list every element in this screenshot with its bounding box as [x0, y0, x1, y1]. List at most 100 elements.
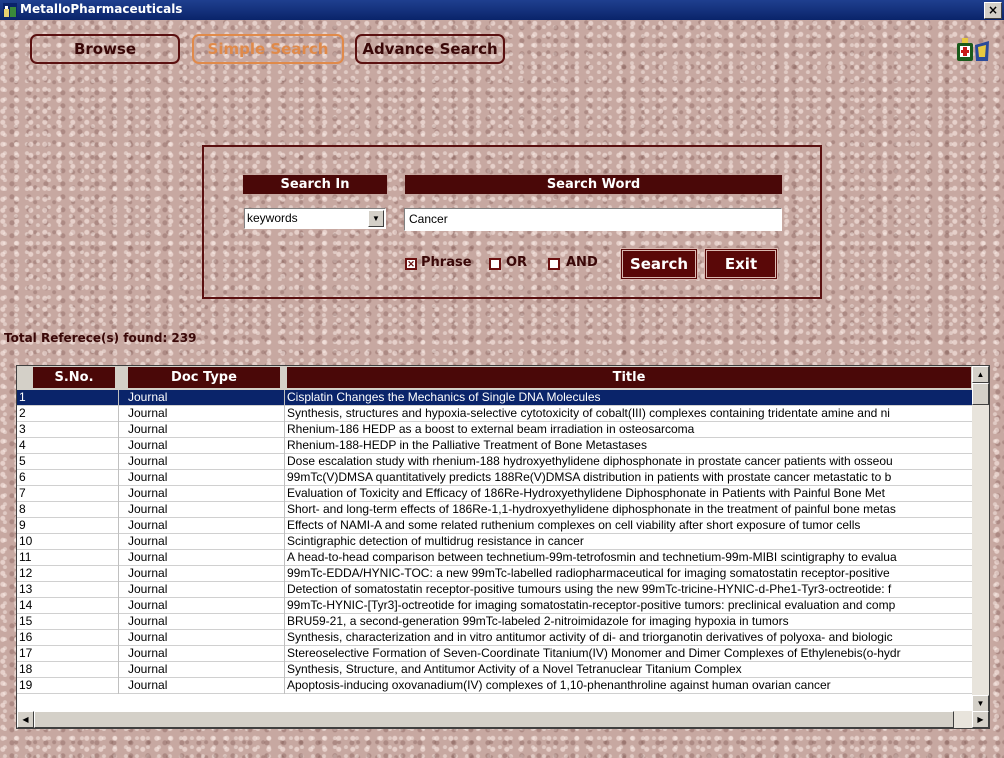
cell-doc-type: Journal	[128, 566, 168, 580]
browse-button[interactable]: Browse	[30, 34, 180, 64]
column-divider	[284, 422, 285, 438]
search-word-input[interactable]: Cancer	[404, 208, 782, 231]
column-divider	[118, 486, 119, 502]
column-divider	[118, 598, 119, 614]
cell-title: Rhenium-188-HEDP in the Palliative Treat…	[287, 438, 647, 452]
table-row[interactable]: 7 Journal Evaluation of Toxicity and Effic…	[17, 486, 973, 502]
table-row[interactable]: 6 Journal 99mTc(V)DMSA quantitatively pred…	[17, 470, 973, 486]
table-row[interactable]: 9 Journal Effects of NAMI-A and some relat…	[17, 518, 973, 534]
app-icon	[3, 3, 17, 17]
cell-sno: 5	[19, 454, 26, 468]
table-row[interactable]: 13 Journal Detection of somatostatin recep…	[17, 582, 973, 598]
column-divider	[118, 566, 119, 582]
scroll-right-icon[interactable]: ▶	[972, 711, 989, 728]
or-checkbox[interactable]	[489, 258, 501, 270]
table-row[interactable]: 1 Journal Cisplatin Changes the Mechanics …	[17, 390, 973, 406]
exit-button[interactable]: Exit	[704, 248, 778, 280]
advance-search-button[interactable]: Advance Search	[355, 34, 505, 64]
search-word-header: Search Word	[405, 175, 782, 194]
table-row[interactable]: 8 Journal Short- and long-term effects of …	[17, 502, 973, 518]
cell-doc-type: Journal	[128, 470, 168, 484]
cell-title: Dose escalation study with rhenium-188 h…	[287, 454, 893, 468]
column-divider	[118, 502, 119, 518]
phrase-label: Phrase	[421, 255, 472, 270]
cell-doc-type: Journal	[128, 662, 168, 676]
column-divider	[118, 630, 119, 646]
cell-title: Detection of somatostatin receptor-posit…	[287, 582, 892, 596]
search-in-select[interactable]: keywords ▼	[244, 208, 386, 229]
column-divider	[284, 678, 285, 694]
table-row[interactable]: 5 Journal Dose escalation study with rheni…	[17, 454, 973, 470]
horizontal-scroll-thumb[interactable]	[34, 711, 954, 728]
column-divider	[284, 646, 285, 662]
table-row[interactable]: 12 Journal 99mTc-EDDA/HYNIC-TOC: a new 99m…	[17, 566, 973, 582]
vertical-scroll-thumb[interactable]	[972, 383, 989, 405]
cell-title: Stereoselective Formation of Seven-Coord…	[287, 646, 901, 660]
cell-title: 99mTc-HYNIC-[Tyr3]-octreotide for imagin…	[287, 598, 896, 612]
cell-doc-type: Journal	[128, 390, 168, 404]
column-divider	[284, 566, 285, 582]
cell-sno: 7	[19, 486, 26, 500]
table-row[interactable]: 3 Journal Rhenium-186 HEDP as a boost to e…	[17, 422, 973, 438]
table-row[interactable]: 10 Journal Scintigraphic detection of mult…	[17, 534, 973, 550]
column-header-doc-type[interactable]: Doc Type	[128, 367, 280, 388]
cell-sno: 6	[19, 470, 26, 484]
cell-doc-type: Journal	[128, 438, 168, 452]
column-divider	[118, 454, 119, 470]
column-divider	[118, 422, 119, 438]
cell-title: Evaluation of Toxicity and Efficacy of 1…	[287, 486, 885, 500]
table-row[interactable]: 17 Journal Stereoselective Formation of Se…	[17, 646, 973, 662]
search-button[interactable]: Search	[620, 248, 698, 280]
cell-title: A head-to-head comparison between techne…	[287, 550, 897, 564]
table-row[interactable]: 4 Journal Rhenium-188-HEDP in the Palliati…	[17, 438, 973, 454]
horizontal-scrollbar[interactable]: ◀ ▶	[17, 711, 989, 728]
and-checkbox[interactable]	[548, 258, 560, 270]
column-header-sno[interactable]: S.No.	[33, 367, 115, 388]
cell-title: Synthesis, characterization and in vitro…	[287, 630, 893, 644]
scroll-left-icon[interactable]: ◀	[17, 711, 34, 728]
cell-doc-type: Journal	[128, 646, 168, 660]
cell-sno: 13	[19, 582, 33, 596]
column-header-title[interactable]: Title	[287, 367, 971, 388]
window-title: MetalloPharmaceuticals	[20, 2, 183, 16]
column-divider	[118, 550, 119, 566]
table-row[interactable]: 16 Journal Synthesis, characterization and…	[17, 630, 973, 646]
cell-title: Apoptosis-inducing oxovanadium(IV) compl…	[287, 678, 831, 692]
search-in-header: Search In	[243, 175, 387, 194]
cell-title: Effects of NAMI-A and some related ruthe…	[287, 518, 861, 532]
cell-sno: 3	[19, 422, 26, 436]
cell-title: Short- and long-term effects of 186Re-1,…	[287, 502, 896, 516]
phrase-checkbox[interactable]: ✕	[405, 258, 417, 270]
cell-sno: 18	[19, 662, 33, 676]
table-row[interactable]: 15 Journal BRU59-21, a second-generation 9…	[17, 614, 973, 630]
total-references: Total Referece(s) found: 239	[4, 331, 197, 345]
column-divider	[118, 438, 119, 454]
column-divider	[284, 598, 285, 614]
table-row[interactable]: 2 Journal Synthesis, structures and hypoxi…	[17, 406, 973, 422]
column-divider	[284, 614, 285, 630]
grid-rows: 1 Journal Cisplatin Changes the Mechanics …	[17, 390, 973, 712]
table-row[interactable]: 19 Journal Apoptosis-inducing oxovanadium(…	[17, 678, 973, 694]
table-row[interactable]: 14 Journal 99mTc-HYNIC-[Tyr3]-octreotide f…	[17, 598, 973, 614]
cell-sno: 10	[19, 534, 33, 548]
cell-title: Cisplatin Changes the Mechanics of Singl…	[287, 390, 601, 404]
column-divider	[118, 390, 119, 406]
cell-sno: 16	[19, 630, 33, 644]
scroll-down-icon[interactable]: ▼	[972, 695, 989, 712]
cell-title: Synthesis, structures and hypoxia-select…	[287, 406, 890, 420]
cell-doc-type: Journal	[128, 534, 168, 548]
column-divider	[284, 406, 285, 422]
results-grid[interactable]: S.No. Doc Type Title 1 Journal Cisplatin C…	[16, 365, 990, 729]
vertical-scrollbar[interactable]: ▲ ▼	[972, 366, 989, 712]
cell-doc-type: Journal	[128, 454, 168, 468]
close-button[interactable]: ×	[984, 2, 1002, 19]
table-row[interactable]: 11 Journal A head-to-head comparison betwe…	[17, 550, 973, 566]
cell-sno: 2	[19, 406, 26, 420]
cell-doc-type: Journal	[128, 630, 168, 644]
column-divider	[284, 630, 285, 646]
table-row[interactable]: 18 Journal Synthesis, Structure, and Antit…	[17, 662, 973, 678]
chevron-down-icon[interactable]: ▼	[368, 210, 384, 227]
cell-doc-type: Journal	[128, 406, 168, 420]
scroll-up-icon[interactable]: ▲	[972, 366, 989, 383]
simple-search-button[interactable]: Simple Search	[192, 34, 344, 64]
